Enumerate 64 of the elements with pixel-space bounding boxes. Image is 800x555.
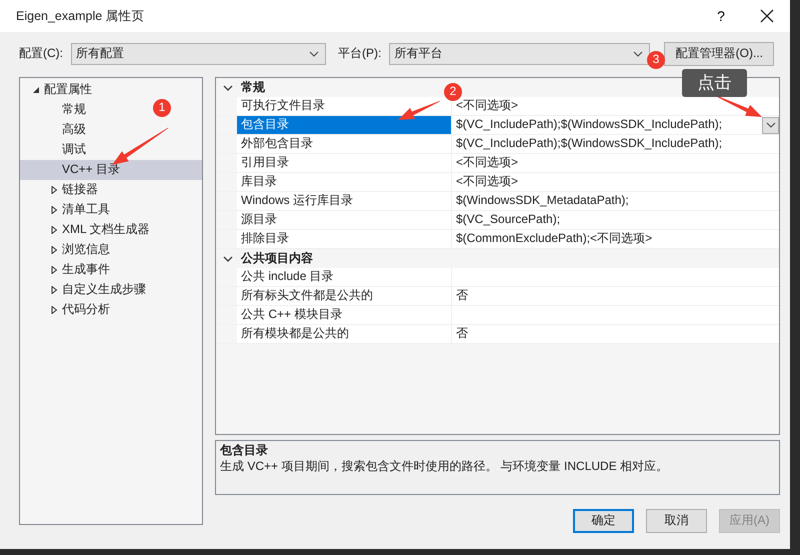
- property-name[interactable]: 源目录: [237, 211, 452, 229]
- property-name[interactable]: 排除目录: [237, 230, 452, 248]
- property-name[interactable]: Windows 运行库目录: [237, 192, 452, 210]
- config-dropdown[interactable]: 所有配置: [71, 43, 326, 65]
- collapsed-triangle-icon[interactable]: [50, 246, 58, 254]
- platform-dropdown[interactable]: 所有平台: [389, 43, 650, 65]
- property-value: 否: [456, 289, 468, 303]
- property-name[interactable]: 所有标头文件都是公共的: [237, 287, 452, 305]
- property-value: $(CommonExcludePath);<不同选项>: [456, 232, 652, 246]
- tree-item[interactable]: XML 文档生成器: [62, 223, 150, 237]
- property-name[interactable]: 公共 C++ 模块目录: [237, 306, 452, 324]
- property-name[interactable]: 公共 include 目录: [237, 268, 452, 286]
- collapsed-triangle-icon[interactable]: [50, 206, 58, 214]
- property-name[interactable]: 所有模块都是公共的: [237, 325, 452, 343]
- tree-item[interactable]: 生成事件: [62, 263, 110, 277]
- close-icon: [760, 9, 774, 23]
- annotation-arrow: [398, 100, 440, 120]
- property-value: $(VC_IncludePath);$(WindowsSDK_IncludePath);: [456, 118, 722, 132]
- collapse-chevron-icon[interactable]: [223, 84, 233, 92]
- tree-item[interactable]: 自定义生成步骤: [62, 283, 146, 297]
- tree-item[interactable]: 调试: [62, 143, 86, 157]
- collapse-chevron-icon[interactable]: [223, 254, 233, 262]
- property-value: 否: [456, 327, 468, 341]
- collapsed-triangle-icon[interactable]: [50, 226, 58, 234]
- tree-item[interactable]: 高级: [62, 123, 86, 137]
- annotation-arrow: [112, 128, 168, 165]
- property-value: <不同选项>: [456, 99, 518, 113]
- description-title: 包含目录: [220, 444, 268, 458]
- category-header[interactable]: 常规: [241, 80, 265, 94]
- collapsed-triangle-icon[interactable]: [50, 306, 58, 314]
- tree-item[interactable]: 清单工具: [62, 203, 110, 217]
- expanded-triangle-icon[interactable]: [32, 86, 40, 94]
- window-title: Eigen_example 属性页: [16, 8, 146, 24]
- configuration-manager-button[interactable]: 配置管理器(O)...: [664, 42, 774, 66]
- tree-item[interactable]: 代码分析: [62, 303, 110, 317]
- dialog-button[interactable]: 确定: [573, 509, 634, 533]
- property-name[interactable]: 引用目录: [237, 154, 452, 172]
- category-header[interactable]: 公共项目内容: [241, 252, 313, 266]
- property-value: <不同选项>: [456, 156, 518, 170]
- property-name[interactable]: 可执行文件目录: [237, 97, 452, 115]
- property-value: <不同选项>: [456, 175, 518, 189]
- property-value: $(VC_SourcePath);: [456, 213, 560, 227]
- platform-label: 平台(P):: [338, 47, 382, 61]
- property-name[interactable]: 库目录: [237, 173, 452, 191]
- property-name[interactable]: 外部包含目录: [237, 135, 452, 153]
- collapsed-triangle-icon[interactable]: [50, 286, 58, 294]
- collapsed-triangle-icon[interactable]: [50, 266, 58, 274]
- chevron-down-icon: [633, 51, 644, 57]
- property-value: $(VC_IncludePath);$(WindowsSDK_IncludePath);: [456, 137, 722, 151]
- property-value: $(WindowsSDK_MetadataPath);: [456, 194, 629, 208]
- tree-item[interactable]: 浏览信息: [62, 243, 110, 257]
- dialog-button[interactable]: 取消: [646, 509, 707, 533]
- property-name[interactable]: 包含目录: [237, 116, 452, 134]
- help-button[interactable]: ?: [698, 0, 744, 32]
- tree-item[interactable]: 常规: [62, 103, 86, 117]
- tree-item[interactable]: 配置属性: [44, 83, 92, 97]
- tree-item[interactable]: 链接器: [62, 183, 98, 197]
- description-text: 生成 VC++ 项目期间，搜索包含文件时使用的路径。 与环境变量 INCLUDE 相对应。: [220, 460, 668, 474]
- tooltip: 点击: [682, 69, 747, 97]
- chevron-down-icon: [766, 122, 776, 128]
- collapsed-triangle-icon[interactable]: [50, 186, 58, 194]
- chevron-down-icon: [309, 51, 319, 57]
- dropdown-button[interactable]: [762, 116, 779, 134]
- config-label: 配置(C):: [19, 47, 63, 61]
